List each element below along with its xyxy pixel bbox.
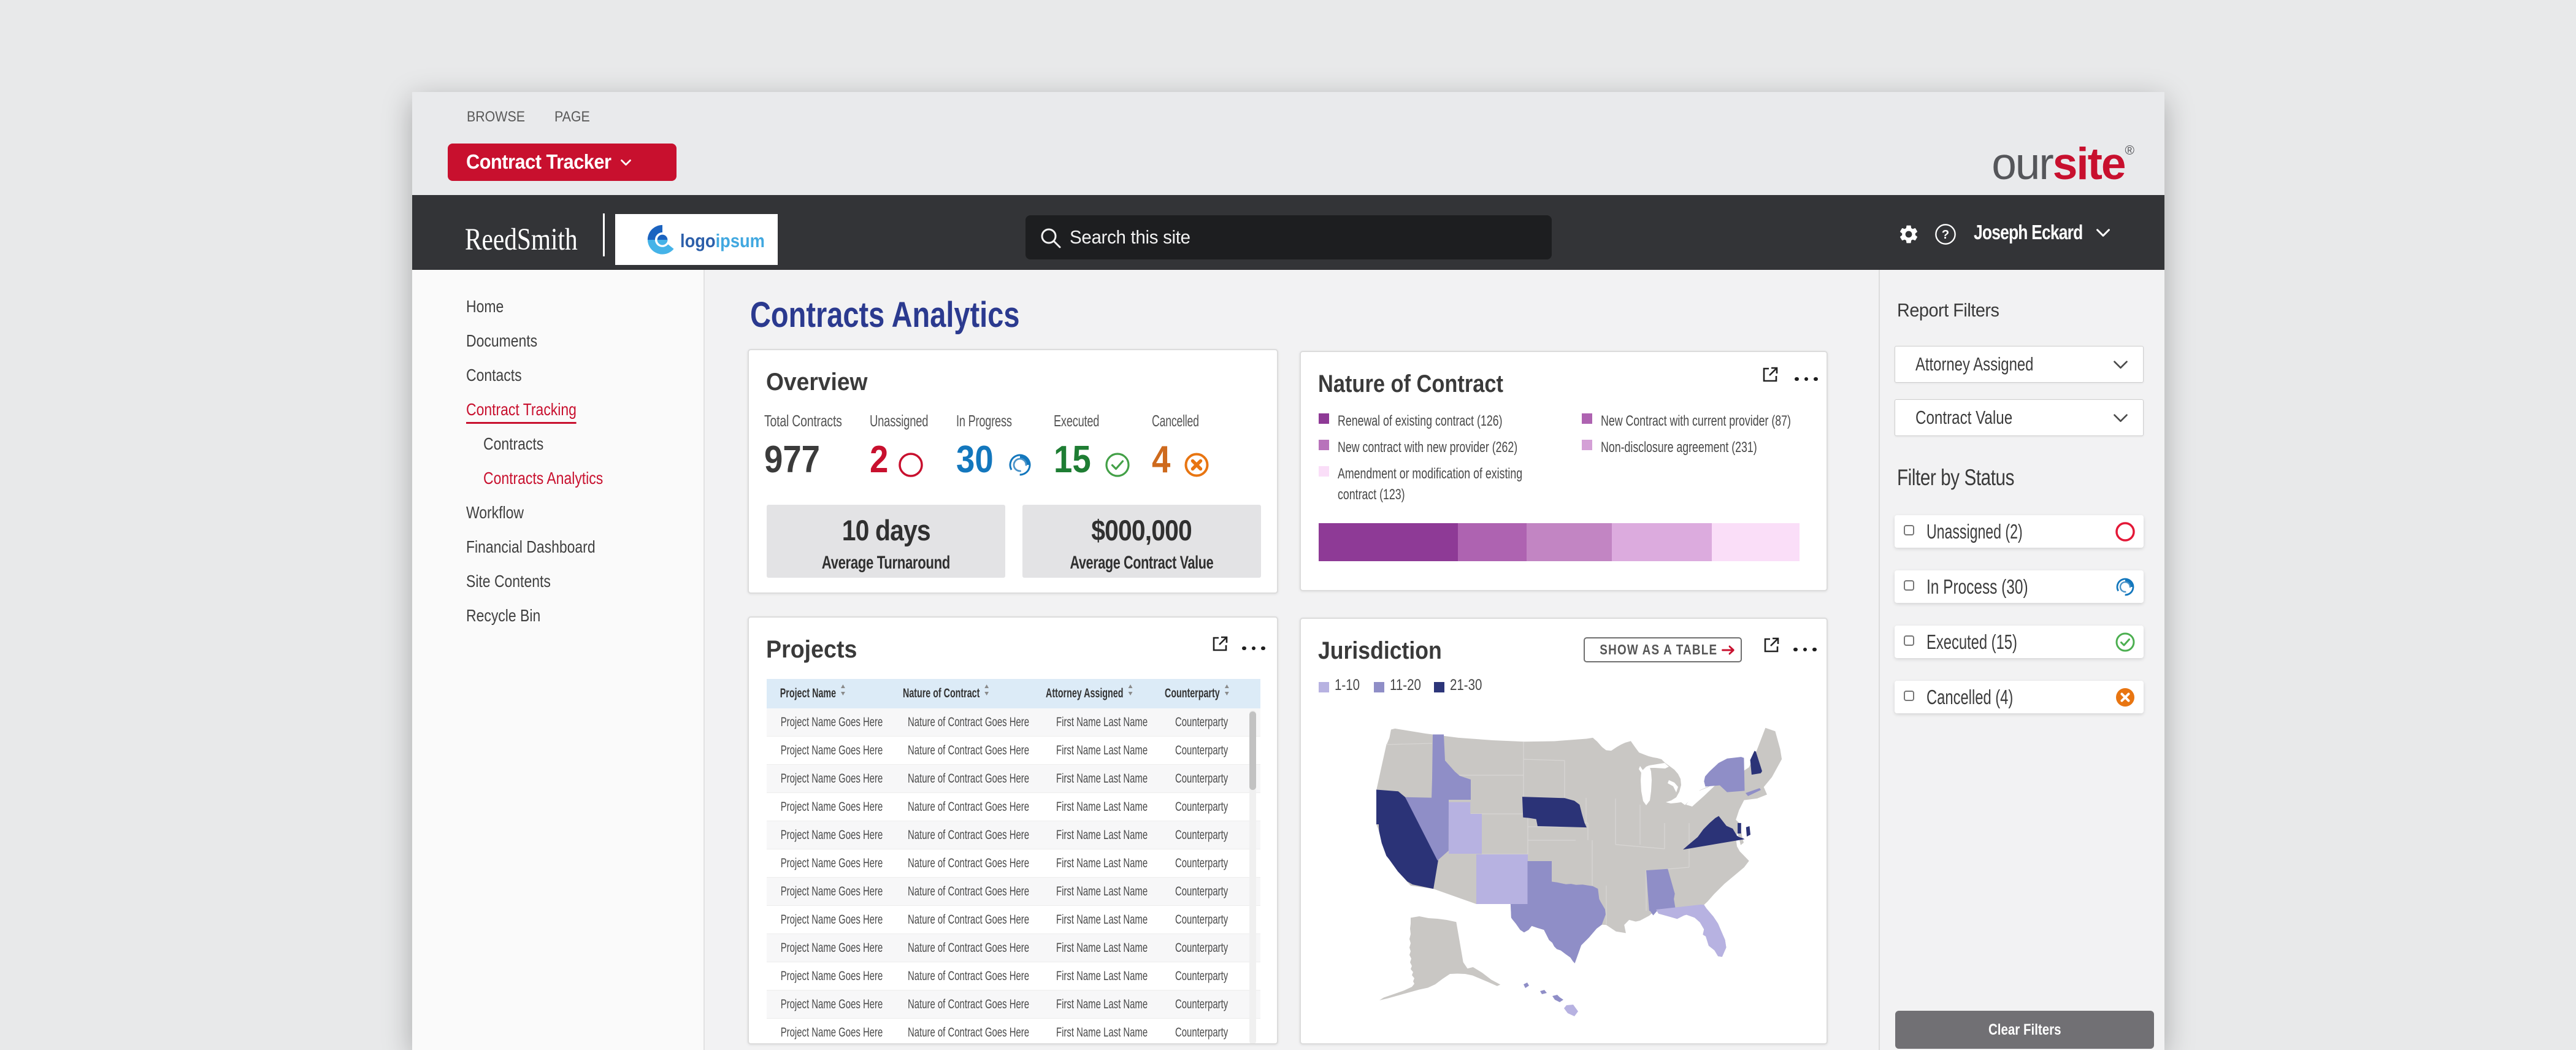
svg-text:?: ?: [1942, 228, 1949, 242]
